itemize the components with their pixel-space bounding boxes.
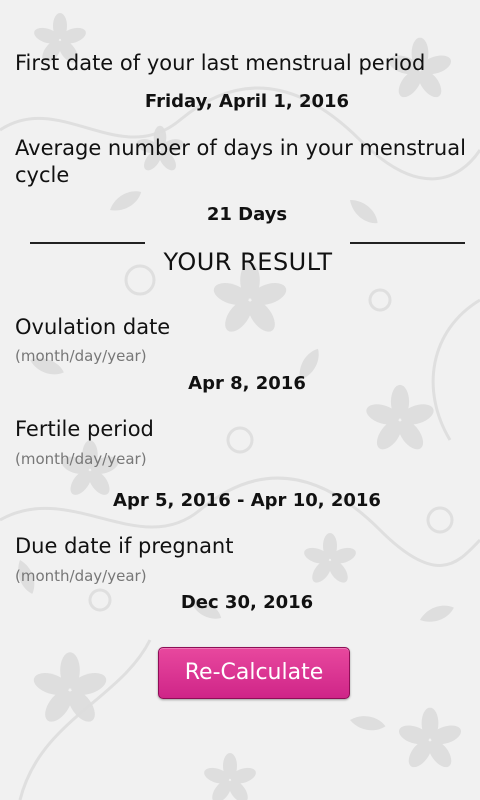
calculator-screen: First date of your last menstrual period… bbox=[0, 0, 480, 800]
last-period-value[interactable]: Friday, April 1, 2016 bbox=[0, 91, 480, 112]
result-divider-left bbox=[30, 242, 145, 244]
due-date-value: Dec 30, 2016 bbox=[180, 592, 314, 613]
ovulation-date-value: Apr 8, 2016 bbox=[188, 373, 306, 394]
last-period-label: First date of your last menstrual period bbox=[15, 51, 426, 75]
result-title: YOUR RESULT bbox=[163, 248, 333, 276]
fertile-format-hint: (month/day/year) bbox=[15, 450, 147, 468]
ovulation-label: Ovulation date bbox=[15, 315, 171, 339]
due-date-format-hint: (month/day/year) bbox=[15, 567, 147, 585]
cycle-length-label: Average number of days in your menstrual… bbox=[15, 136, 466, 187]
due-date-label: Due date if pregnant bbox=[15, 534, 234, 558]
fertile-period-value: Apr 5, 2016 - Apr 10, 2016 bbox=[113, 490, 381, 511]
cycle-length-value[interactable]: 21 Days bbox=[0, 204, 480, 225]
fertile-period-label: Fertile period bbox=[15, 417, 154, 441]
recalculate-button[interactable]: Re-Calculate bbox=[158, 647, 350, 699]
result-divider-right bbox=[350, 242, 465, 244]
ovulation-format-hint: (month/day/year) bbox=[15, 347, 147, 365]
